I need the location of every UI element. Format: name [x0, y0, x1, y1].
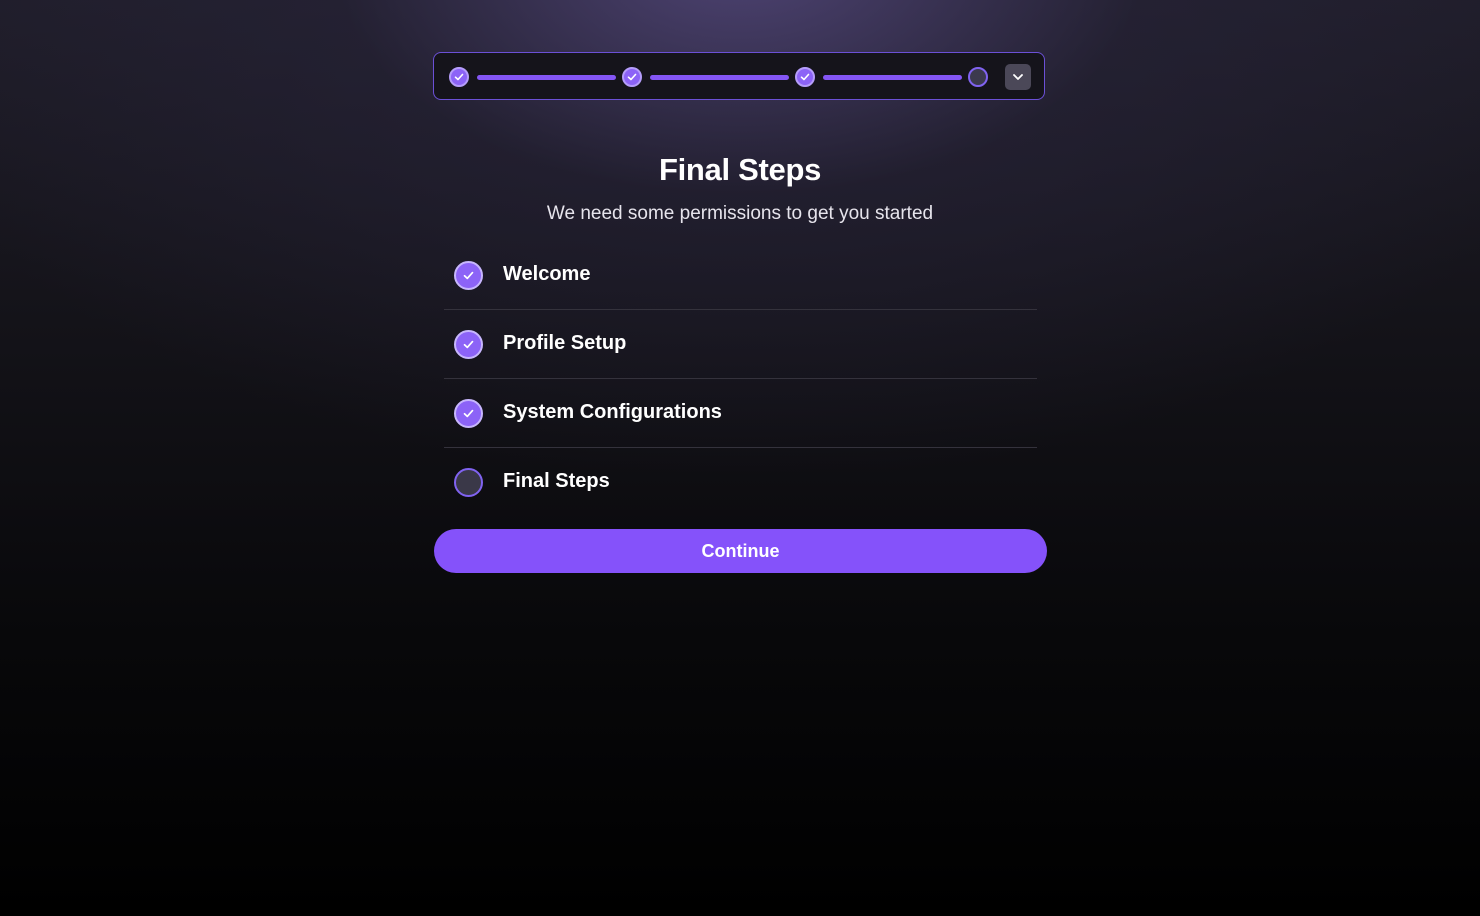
step-label: Profile Setup [503, 332, 627, 354]
continue-button[interactable]: Continue [434, 529, 1047, 573]
progress-connector-1 [477, 75, 616, 80]
checkmark-icon [463, 340, 474, 349]
progress-expand-toggle[interactable] [1005, 64, 1031, 90]
step-complete-indicator [454, 330, 483, 359]
step-complete-indicator [454, 399, 483, 428]
progress-step-4-pending [968, 67, 988, 87]
page-title: Final Steps [658, 152, 822, 187]
checkmark-icon [454, 73, 464, 81]
progress-connector-3 [823, 75, 962, 80]
step-pending-indicator [454, 468, 483, 497]
chevron-down-icon [1013, 74, 1023, 80]
progress-stepper [433, 52, 1045, 100]
progress-step-3-done [795, 67, 815, 87]
checkmark-icon [463, 409, 474, 418]
progress-step-2-done [622, 67, 642, 87]
step-label: System Configurations [503, 401, 722, 423]
progress-connector-2 [650, 75, 789, 80]
progress-step-1-done [449, 67, 469, 87]
step-item-welcome: Welcome [444, 241, 1037, 310]
step-item-final-steps: Final Steps [444, 448, 1037, 516]
step-label: Final Steps [503, 470, 610, 492]
step-complete-indicator [454, 261, 483, 290]
checkmark-icon [627, 73, 637, 81]
checkmark-icon [800, 73, 810, 81]
step-list: Welcome Profile Setup System Configurati… [444, 241, 1037, 516]
step-item-profile-setup: Profile Setup [444, 310, 1037, 379]
checkmark-icon [463, 271, 474, 280]
page-subtitle: We need some permissions to get you star… [546, 203, 934, 224]
step-item-system-configurations: System Configurations [444, 379, 1037, 448]
step-label: Welcome [503, 263, 591, 285]
